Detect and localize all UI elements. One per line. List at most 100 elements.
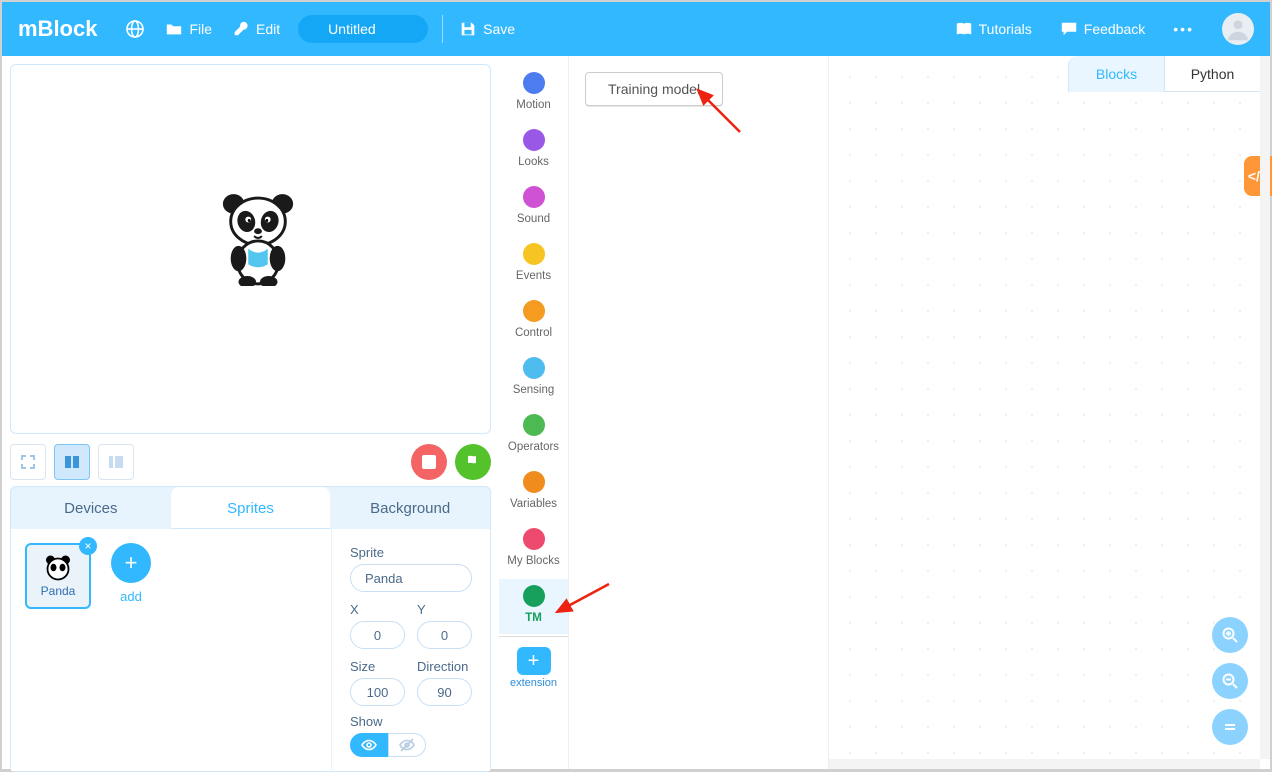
feedback-label: Feedback — [1084, 21, 1145, 37]
category-control[interactable]: Control — [499, 294, 568, 349]
show-on-button[interactable] — [350, 733, 388, 757]
zoom-in-button[interactable] — [1212, 617, 1248, 653]
category-label: Sound — [517, 213, 550, 225]
eye-off-icon — [399, 737, 415, 753]
category-label: Control — [515, 327, 552, 339]
sprite-thumbnail[interactable]: × Panda — [25, 543, 91, 609]
category-dot-icon — [523, 243, 545, 265]
training-model-block[interactable]: Training model — [585, 72, 723, 106]
stop-icon — [422, 455, 436, 469]
category-label: Looks — [518, 156, 549, 168]
stage[interactable] — [10, 64, 491, 434]
feedback-button[interactable]: Feedback — [1050, 20, 1155, 38]
add-label: add — [120, 589, 142, 604]
eye-icon — [361, 737, 377, 753]
category-dot-icon — [523, 414, 545, 436]
x-label: X — [350, 602, 405, 617]
layout-mini-button[interactable] — [98, 444, 134, 480]
category-motion[interactable]: Motion — [499, 66, 568, 121]
add-extension-button[interactable]: + — [517, 647, 551, 675]
zoom-out-button[interactable] — [1212, 663, 1248, 699]
fullscreen-button[interactable] — [10, 444, 46, 480]
tab-background[interactable]: Background — [330, 487, 490, 529]
folder-icon — [165, 20, 183, 38]
topbar: mBlock File Edit Untitled Save Tutorials — [2, 2, 1270, 56]
category-tm[interactable]: TM — [499, 579, 568, 634]
save-icon — [459, 20, 477, 38]
category-dot-icon — [523, 357, 545, 379]
layout-split-button[interactable] — [54, 444, 90, 480]
workspace[interactable]: Blocks Python </> — [829, 56, 1270, 769]
category-dot-icon — [523, 129, 545, 151]
category-my-blocks[interactable]: My Blocks — [499, 522, 568, 577]
edit-menu[interactable]: Edit — [222, 2, 290, 56]
direction-label: Direction — [417, 659, 472, 674]
panda-thumb-icon — [43, 554, 73, 584]
sprite-name-input[interactable] — [350, 564, 472, 592]
project-name: Untitled — [328, 21, 375, 37]
zoom-reset-button[interactable] — [1212, 709, 1248, 745]
category-looks[interactable]: Looks — [499, 123, 568, 178]
file-menu[interactable]: File — [155, 2, 222, 56]
category-variables[interactable]: Variables — [499, 465, 568, 520]
tutorials-label: Tutorials — [979, 21, 1032, 37]
category-label: TM — [525, 612, 542, 624]
zoom-out-icon — [1222, 673, 1238, 689]
category-rail: Motion Looks Sound Events Control Sensing Oper… — [499, 56, 569, 769]
globe-icon — [125, 19, 145, 39]
size-label: Size — [350, 659, 405, 674]
size-input[interactable] — [350, 678, 405, 706]
app-logo: mBlock — [18, 16, 97, 42]
chat-icon — [1060, 20, 1078, 38]
user-avatar[interactable] — [1222, 13, 1254, 45]
x-input[interactable] — [350, 621, 405, 649]
blocks-palette: Training model — [569, 56, 829, 769]
category-label: My Blocks — [507, 555, 559, 567]
panda-sprite[interactable] — [219, 192, 297, 286]
add-sprite-button[interactable]: + add — [105, 543, 157, 604]
show-label: Show — [350, 714, 472, 729]
scrollbar-horizontal[interactable] — [829, 759, 1260, 769]
extension-label: extension — [510, 675, 557, 697]
y-label: Y — [417, 602, 472, 617]
zoom-in-icon — [1222, 627, 1238, 643]
view-tab-python[interactable]: Python — [1164, 56, 1260, 92]
show-off-button[interactable] — [388, 733, 426, 757]
green-flag-button[interactable] — [455, 444, 491, 480]
category-label: Operators — [508, 441, 559, 453]
separator — [442, 15, 443, 43]
asset-panel: Devices Sprites Background × Panda + add — [10, 486, 491, 772]
category-dot-icon — [523, 528, 545, 550]
equals-icon — [1223, 720, 1237, 734]
category-events[interactable]: Events — [499, 237, 568, 292]
category-sensing[interactable]: Sensing — [499, 351, 568, 406]
view-tab-blocks[interactable]: Blocks — [1068, 56, 1164, 92]
category-label: Motion — [516, 99, 551, 111]
layout-mini-icon — [108, 454, 124, 470]
scrollbar-vertical[interactable] — [1260, 56, 1270, 759]
sprite-name-label: Sprite — [350, 545, 472, 560]
category-label: Variables — [510, 498, 557, 510]
tutorials-button[interactable]: Tutorials — [945, 20, 1042, 38]
y-input[interactable] — [417, 621, 472, 649]
save-label: Save — [483, 21, 515, 37]
more-button[interactable]: ••• — [1163, 21, 1204, 37]
avatar-icon — [1224, 15, 1252, 43]
category-sound[interactable]: Sound — [499, 180, 568, 235]
expand-icon — [20, 454, 36, 470]
globe-button[interactable] — [115, 2, 155, 56]
category-dot-icon — [523, 585, 545, 607]
tab-sprites[interactable]: Sprites — [171, 487, 331, 529]
topbar-right: Tutorials Feedback ••• — [945, 13, 1254, 45]
project-name-field[interactable]: Untitled — [298, 15, 428, 43]
category-dot-icon — [523, 72, 545, 94]
flag-icon — [465, 454, 481, 470]
category-label: Events — [516, 270, 551, 282]
tab-devices[interactable]: Devices — [11, 487, 171, 529]
stage-controls — [10, 434, 491, 486]
stop-button[interactable] — [411, 444, 447, 480]
save-button[interactable]: Save — [449, 2, 525, 56]
category-operators[interactable]: Operators — [499, 408, 568, 463]
direction-input[interactable] — [417, 678, 472, 706]
delete-sprite-button[interactable]: × — [79, 537, 97, 555]
